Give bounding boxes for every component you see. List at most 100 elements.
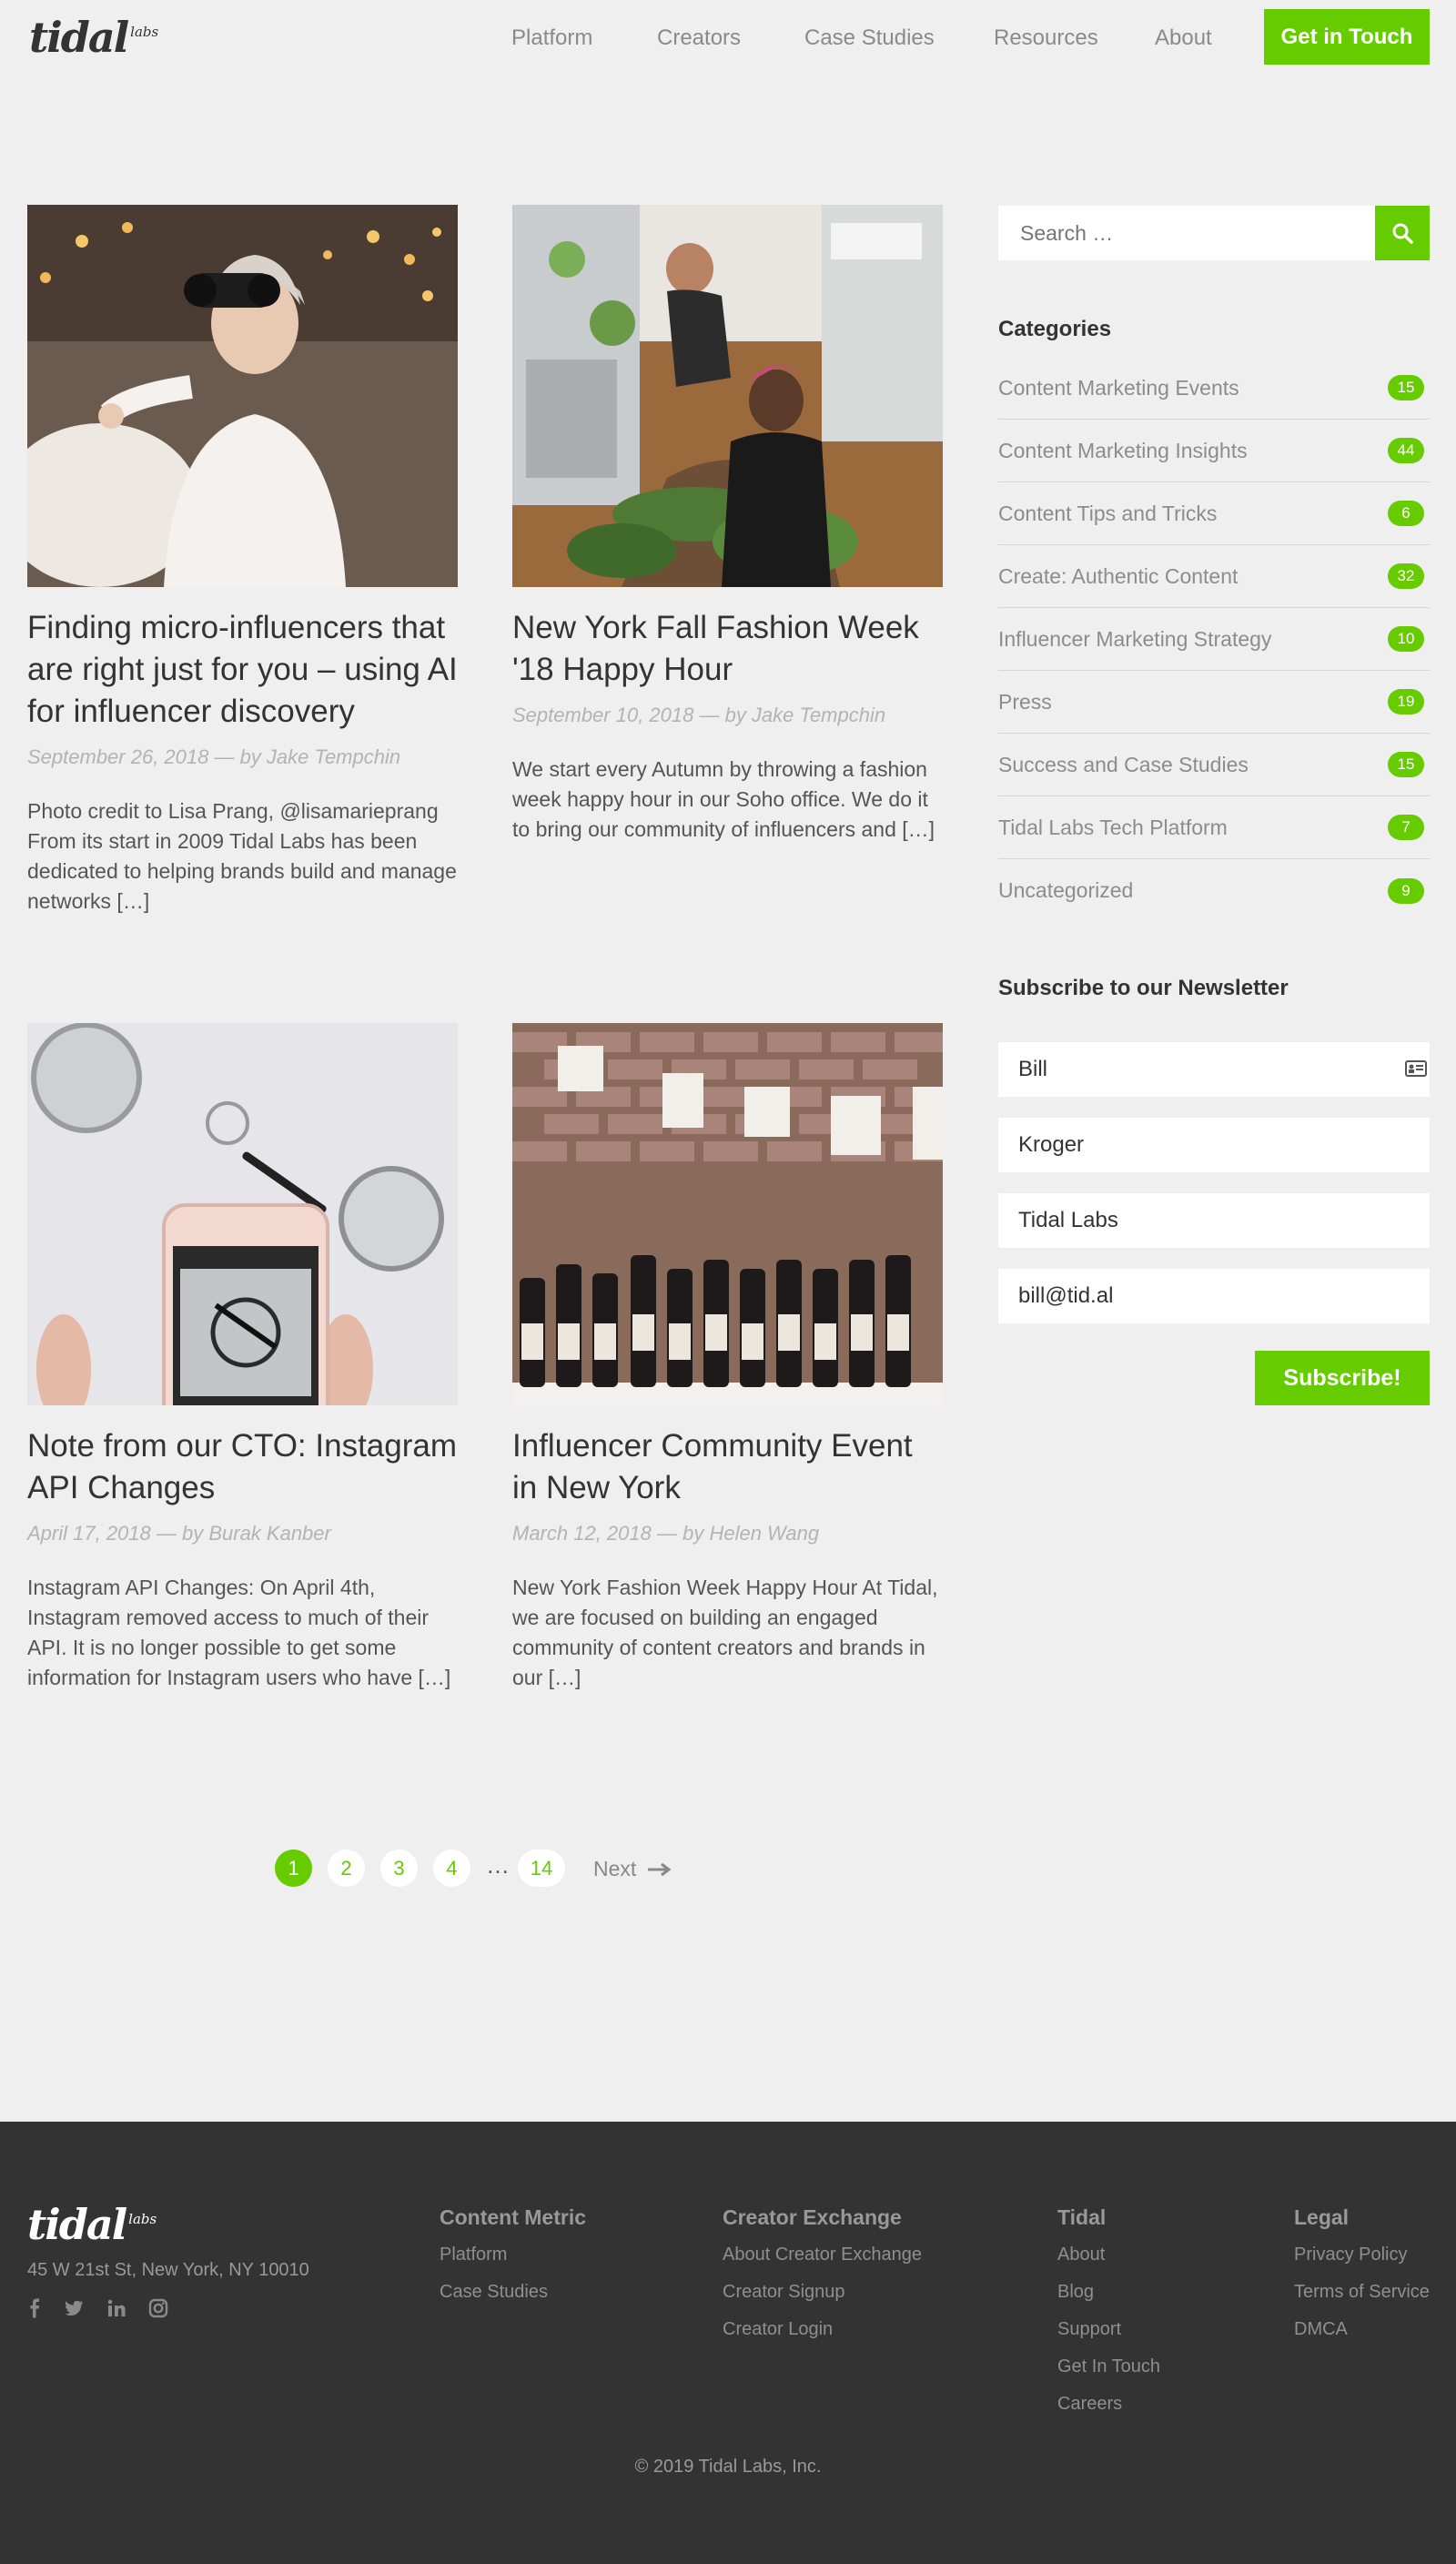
company-value: Tidal Labs [1018,1208,1118,1232]
site-footer: tidal labs 45 W 21st St, New York, NY 10… [0,2122,1456,2564]
footer-link-terms-of-service[interactable]: Terms of Service [1294,2282,1430,2303]
first-name-value: Bill [1018,1057,1048,1081]
blog-post-card: New York Fall Fashion Week '18 Happy Hou… [512,205,943,845]
footer-link-case-studies[interactable]: Case Studies [440,2282,548,2303]
category-count-badge: 15 [1388,375,1424,400]
blog-post-card: Influencer Community Event in New York M… [512,1023,943,1693]
category-count-badge: 9 [1388,877,1424,904]
post-meta: March 12, 2018 — by Helen Wang [512,1522,820,1545]
category-item[interactable]: Create: Authentic Content 32 [998,545,1430,608]
post-excerpt: We start every Autumn by throwing a fash… [512,757,935,841]
category-item[interactable]: Tidal Labs Tech Platform 7 [998,796,1430,859]
category-item[interactable]: Success and Case Studies 15 [998,734,1430,796]
page-1-button[interactable]: 1 [275,1850,312,1887]
email-value: bill@tid.al [1018,1283,1114,1308]
first-name-field[interactable]: Bill [998,1042,1430,1097]
last-name-field[interactable]: Kroger [998,1118,1430,1172]
footer-link-careers[interactable]: Careers [1057,2394,1122,2415]
category-item[interactable]: Content Marketing Insights 44 [998,420,1430,482]
post-meta: September 26, 2018 — by Jake Tempchin [27,745,401,768]
get-in-touch-button[interactable]: Get in Touch [1264,9,1430,65]
post-image-wine[interactable] [512,1023,943,1405]
category-label: Success and Case Studies [998,752,1249,776]
footer-logo-suffix: labs [128,2211,157,2227]
footer-link-about-creator-exchange[interactable]: About Creator Exchange [723,2245,922,2265]
category-item[interactable]: Uncategorized 9 [998,859,1430,922]
newsletter-heading: Subscribe to our Newsletter [998,976,1289,1000]
footer-link-creator-signup[interactable]: Creator Signup [723,2282,845,2303]
category-list: Content Marketing Events 15 Content Marke… [998,357,1430,922]
tidal-labs-logo[interactable]: tidal labs [29,16,158,58]
facebook-icon[interactable] [25,2298,46,2318]
page-2-button[interactable]: 2 [328,1850,365,1887]
site-header: tidal labs Platform Creators Case Studie… [0,0,1456,78]
twitter-icon[interactable] [64,2298,84,2318]
category-label: Content Marketing Insights [998,438,1248,462]
nav-case-studies[interactable]: Case Studies [804,25,935,51]
pagination-ellipsis: … [486,1851,510,1879]
footer-col-title-tidal: Tidal [1057,2205,1107,2229]
categories-heading: Categories [998,317,1112,341]
copyright-notice: © 2019 Tidal Labs, Inc. [634,2457,822,2477]
page-4-button[interactable]: 4 [433,1850,470,1887]
linkedin-icon[interactable] [106,2298,126,2318]
category-count-badge: 10 [1388,626,1424,652]
contact-card-icon [1405,1060,1427,1077]
category-item[interactable]: Content Tips and Tricks 6 [998,482,1430,545]
category-label: Influencer Marketing Strategy [998,626,1272,651]
category-label: Uncategorized [998,878,1134,902]
post-image-flowers[interactable] [512,205,943,587]
search-button[interactable] [1375,206,1430,260]
post-title[interactable]: Influencer Community Event in New York [512,1425,943,1509]
next-page-link[interactable]: Next [593,1857,672,1881]
logo-suffix: labs [130,24,159,40]
footer-col-title-creator-exchange: Creator Exchange [723,2205,902,2229]
footer-link-creator-login[interactable]: Creator Login [723,2319,833,2340]
footer-link-get-in-touch[interactable]: Get In Touch [1057,2356,1160,2377]
category-count-badge: 7 [1388,815,1424,840]
next-label: Next [593,1857,637,1880]
footer-link-blog[interactable]: Blog [1057,2282,1094,2303]
arrow-right-icon [648,1862,672,1876]
post-image-phone[interactable] [27,1023,458,1405]
nav-creators[interactable]: Creators [657,25,741,51]
category-count-badge: 19 [1388,689,1424,714]
category-count-badge: 6 [1388,501,1424,526]
search-input[interactable] [998,206,1375,260]
email-field[interactable]: bill@tid.al [998,1269,1430,1323]
category-label: Tidal Labs Tech Platform [998,815,1228,839]
nav-resources[interactable]: Resources [994,25,1098,51]
page-14-button[interactable]: 14 [518,1850,565,1887]
footer-link-platform[interactable]: Platform [440,2245,507,2265]
post-title[interactable]: New York Fall Fashion Week '18 Happy Hou… [512,607,943,691]
nav-platform[interactable]: Platform [511,25,592,51]
page-3-button[interactable]: 3 [380,1850,418,1887]
post-title[interactable]: Note from our CTO: Instagram API Changes [27,1425,458,1509]
nav-about[interactable]: About [1155,25,1212,51]
company-address: 45 W 21st St, New York, NY 10010 [27,2260,309,2280]
logo-wordmark: tidal [29,13,129,62]
category-item[interactable]: Influencer Marketing Strategy 10 [998,608,1430,671]
footer-logo-wordmark: tidal [27,2200,127,2249]
category-item[interactable]: Content Marketing Events 15 [998,357,1430,420]
footer-link-support[interactable]: Support [1057,2319,1121,2340]
post-excerpt: New York Fashion Week Happy Hour At Tida… [512,1576,938,1689]
footer-link-about[interactable]: About [1057,2245,1105,2265]
search-icon [1392,223,1413,244]
category-count-badge: 15 [1388,752,1424,777]
post-excerpt: Photo credit to Lisa Prang, @lisamariepr… [27,799,457,913]
subscribe-button[interactable]: Subscribe! [1255,1351,1430,1405]
category-label: Press [998,689,1052,714]
last-name-value: Kroger [1018,1132,1085,1157]
instagram-icon[interactable] [148,2298,168,2318]
post-title[interactable]: Finding micro-influencers that are right… [27,607,458,733]
footer-link-privacy-policy[interactable]: Privacy Policy [1294,2245,1407,2265]
post-meta: April 17, 2018 — by Burak Kanber [27,1522,331,1545]
company-field[interactable]: Tidal Labs [998,1193,1430,1248]
post-image-binoculars[interactable] [27,205,458,587]
footer-link-dmca[interactable]: DMCA [1294,2319,1348,2340]
footer-logo[interactable]: tidal labs [27,2204,157,2245]
category-item[interactable]: Press 19 [998,671,1430,734]
category-label: Content Tips and Tricks [998,501,1218,525]
footer-col-title-content-metric: Content Metric [440,2205,586,2229]
